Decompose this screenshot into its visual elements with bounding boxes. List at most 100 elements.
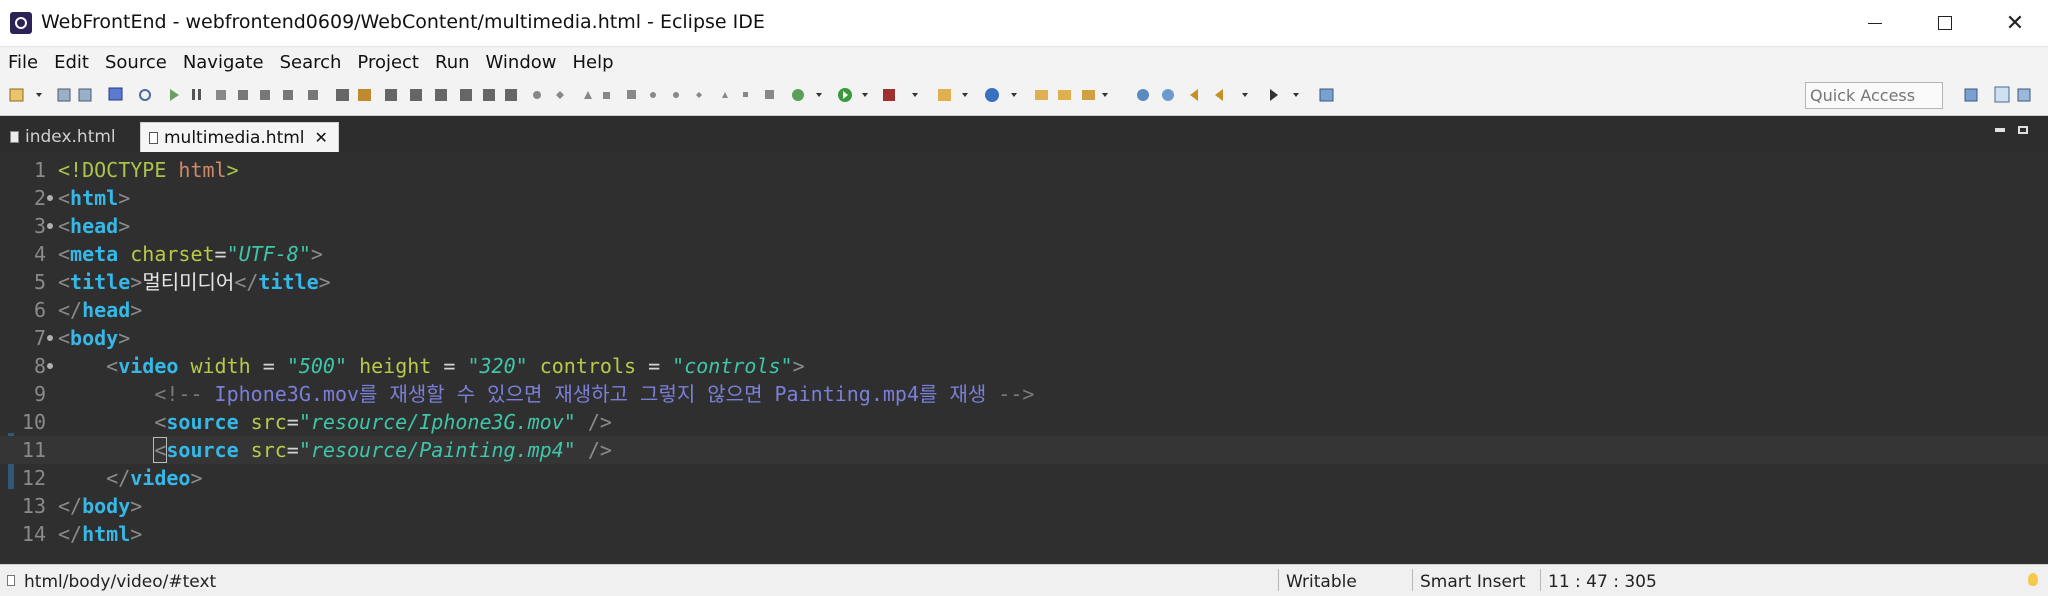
debug-step-icons[interactable] xyxy=(238,90,318,100)
status-separator xyxy=(1278,569,1279,591)
code-line-current: 11 <source src="resource/Painting.mp4" /… xyxy=(0,436,2048,464)
folder-icons[interactable] xyxy=(1035,90,1108,100)
menu-source[interactable]: Source xyxy=(97,52,175,73)
line-number: 3 xyxy=(33,214,46,238)
run-debug-icons[interactable] xyxy=(792,88,918,102)
code-editor[interactable]: 1 <!DOCTYPE html> 2 <html> 3 <head> 4 <m… xyxy=(0,152,2048,562)
maximize-editor-icon[interactable] xyxy=(2018,126,2028,134)
line-number: 1 xyxy=(33,158,46,182)
perspective-icon-3[interactable] xyxy=(2017,88,2031,102)
line-number: 14 xyxy=(21,522,46,546)
line-number: 5 xyxy=(33,270,46,294)
terminate-icon[interactable] xyxy=(216,90,226,100)
code-line: 7 <body> xyxy=(0,324,2048,352)
status-insert-mode[interactable]: Smart Insert xyxy=(1420,572,1526,592)
fold-marker-icon[interactable] xyxy=(47,223,53,229)
editor-tab-row: index.html multimedia.html ✕ xyxy=(0,116,2048,152)
line-number: 11 xyxy=(21,438,46,462)
eclipse-app-icon xyxy=(10,12,32,34)
fold-marker-icon[interactable] xyxy=(47,195,53,201)
menu-run[interactable]: Run xyxy=(427,52,478,73)
main-toolbar xyxy=(0,77,2048,116)
minimize-icon xyxy=(1868,22,1882,24)
perspective-icon-2[interactable] xyxy=(1994,86,2010,103)
code-line: 14 </html> xyxy=(0,520,2048,548)
open-console-icon[interactable] xyxy=(108,87,123,101)
line-number: 6 xyxy=(33,298,46,322)
fold-marker-icon[interactable] xyxy=(47,363,53,369)
line-number: 7 xyxy=(33,326,46,350)
code-line: 6 </head> xyxy=(0,296,2048,324)
resume-icon[interactable] xyxy=(170,89,179,101)
navigation-icons[interactable] xyxy=(1190,89,1299,101)
line-content: </html> xyxy=(58,522,143,546)
status-writable: Writable xyxy=(1286,572,1357,592)
save-all-icon[interactable] xyxy=(78,88,92,102)
window-title-bar: WebFrontEnd - webfrontend0609/WebContent… xyxy=(0,0,2048,47)
tab-index-html[interactable]: index.html xyxy=(10,122,116,152)
status-cursor-position[interactable]: 11 : 47 : 305 xyxy=(1548,572,1657,592)
code-line: 1 <!DOCTYPE html> xyxy=(0,156,2048,184)
perspective-icon-1[interactable] xyxy=(1964,88,1978,102)
quick-access-input[interactable] xyxy=(1805,82,1943,109)
toolbar-icons xyxy=(9,86,2031,103)
new-icon[interactable] xyxy=(9,88,42,102)
line-content: <html> xyxy=(58,186,131,210)
line-content: </head> xyxy=(58,298,143,322)
line-number: 8 xyxy=(33,354,46,378)
status-path: html/body/video/#text xyxy=(24,572,217,592)
close-tab-icon[interactable]: ✕ xyxy=(315,128,328,147)
line-content: <source src="resource/Iphone3G.mov" /> xyxy=(154,410,612,434)
line-content: <!DOCTYPE html> xyxy=(58,158,239,182)
code-line: 8 <video width = "500" height = "320" co… xyxy=(0,352,2048,380)
code-line: 4 <meta charset="UTF-8"> xyxy=(0,240,2048,268)
suspend-icon[interactable] xyxy=(192,89,195,100)
line-number: 12 xyxy=(21,466,46,490)
menu-help[interactable]: Help xyxy=(565,52,622,73)
line-content: <body> xyxy=(58,326,131,350)
line-number: 4 xyxy=(33,242,46,266)
status-bar: html/body/video/#text Writable Smart Ins… xyxy=(0,564,2048,596)
status-separator xyxy=(1412,569,1413,591)
code-line: 2 <html> xyxy=(0,184,2048,212)
html-file-icon xyxy=(149,131,158,144)
menu-project[interactable]: Project xyxy=(349,52,427,73)
menu-window[interactable]: Window xyxy=(478,52,565,73)
menu-file[interactable]: File xyxy=(0,52,46,73)
menu-bar: File Edit Source Navigate Search Project… xyxy=(0,47,2048,77)
line-content: </video> xyxy=(106,466,203,490)
close-button[interactable]: ✕ xyxy=(1980,0,2048,46)
minimize-button[interactable] xyxy=(1840,0,1910,46)
line-content: <!-- Iphone3G.mov를 재생할 수 있으면 재생하고 그렇지 않으… xyxy=(154,382,1035,406)
fold-marker-icon[interactable] xyxy=(47,335,53,341)
editor-tool-icons[interactable] xyxy=(336,89,517,101)
menu-navigate[interactable]: Navigate xyxy=(175,52,272,73)
status-separator xyxy=(1540,569,1541,591)
code-line: 5 <title>멀티미디어</title> xyxy=(0,268,2048,296)
globe-icons[interactable] xyxy=(1137,89,1174,101)
menu-edit[interactable]: Edit xyxy=(46,52,97,73)
line-content: <meta charset="UTF-8"> xyxy=(58,242,323,266)
html-file-icon xyxy=(10,131,19,143)
lightbulb-icon[interactable] xyxy=(2028,573,2038,586)
code-line: 13 </body> xyxy=(0,492,2048,520)
line-content: </body> xyxy=(58,494,143,518)
code-line: 9 <!-- Iphone3G.mov를 재생할 수 있으면 재생하고 그렇지 … xyxy=(0,380,2048,408)
code-line: 12 </video> xyxy=(0,464,2048,492)
tab-multimedia-html[interactable]: multimedia.html ✕ xyxy=(140,122,339,152)
line-content: <video width = "500" height = "320" cont… xyxy=(106,354,805,378)
line-number: 10 xyxy=(21,410,46,434)
new-wizard-icons[interactable] xyxy=(938,88,1017,102)
minimize-editor-icon[interactable] xyxy=(1995,128,2005,132)
skip-breakpoints-icon[interactable] xyxy=(139,89,151,101)
code-line: 10 <source src="resource/Iphone3G.mov" /… xyxy=(0,408,2048,436)
line-number: 2 xyxy=(33,186,46,210)
save-icon[interactable] xyxy=(57,88,71,102)
document-icon xyxy=(7,575,15,586)
window-title: WebFrontEnd - webfrontend0609/WebContent… xyxy=(41,11,765,33)
menu-search[interactable]: Search xyxy=(272,52,350,73)
maximize-icon xyxy=(1938,16,1952,30)
open-perspective-icon[interactable] xyxy=(1319,88,1334,102)
maximize-button[interactable] xyxy=(1910,0,1980,46)
shape-tool-icons[interactable] xyxy=(533,90,774,99)
